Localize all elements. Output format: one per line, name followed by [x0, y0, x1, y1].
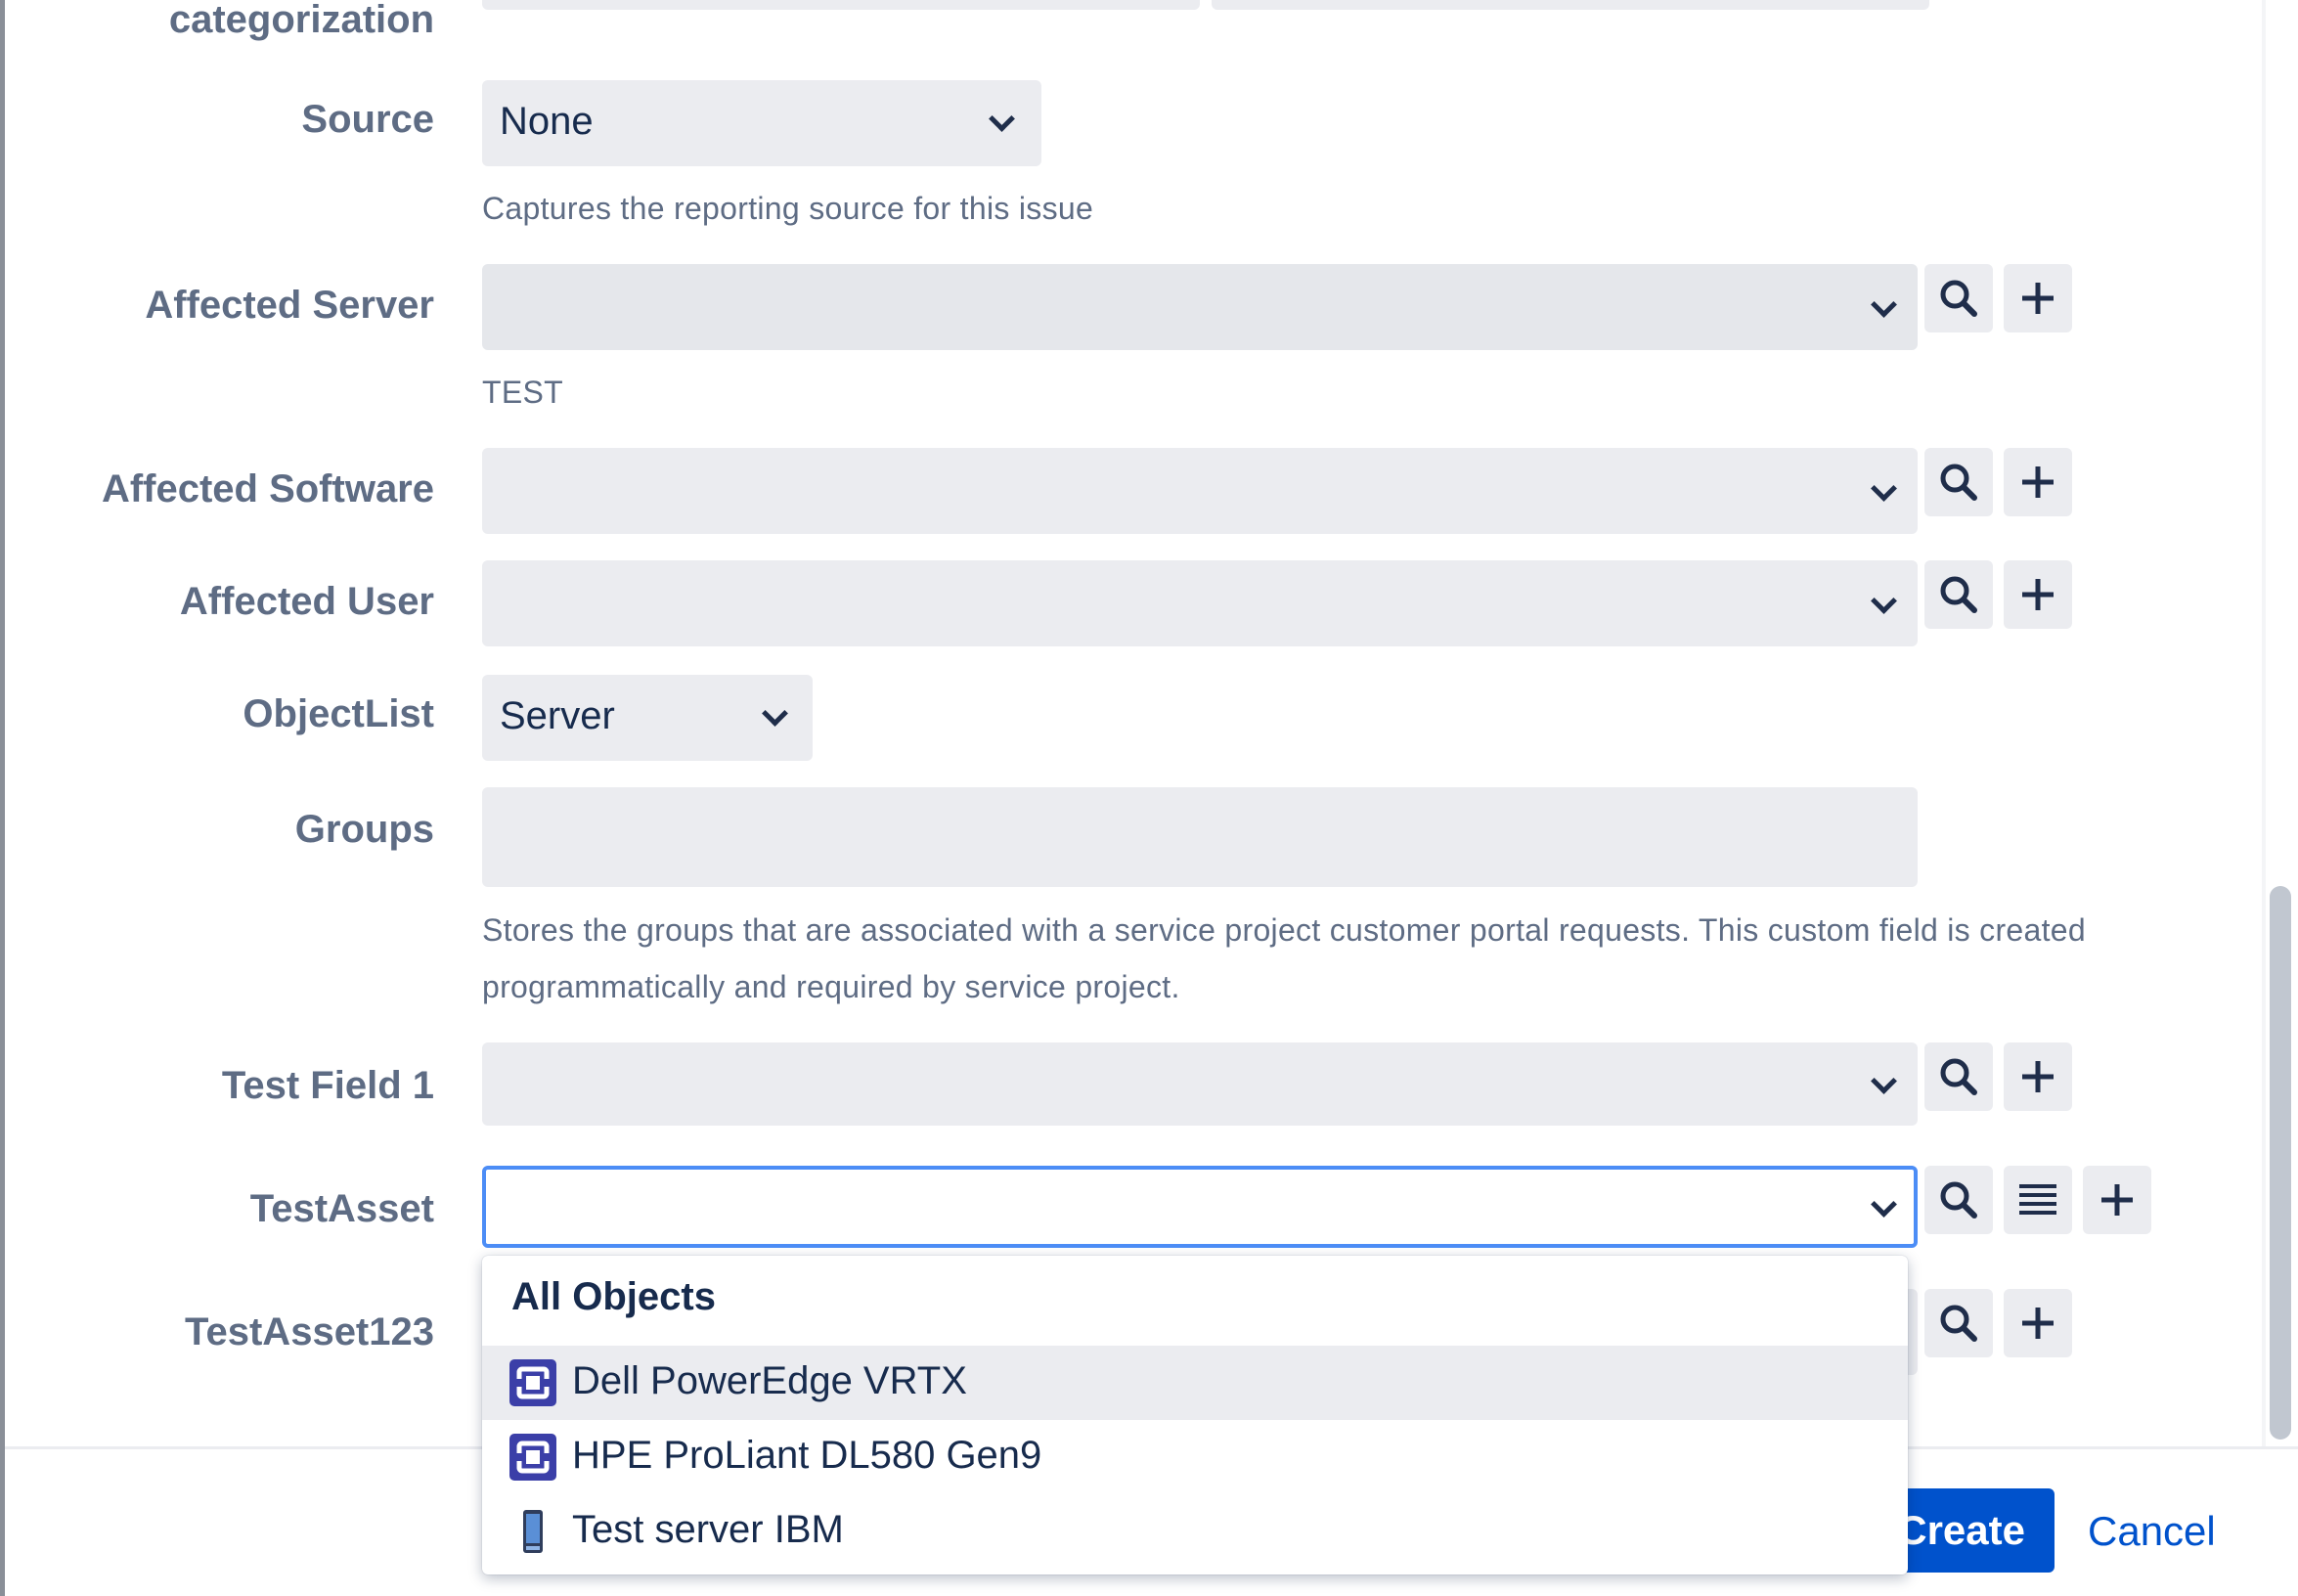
affected-server-label: Affected Server — [145, 284, 434, 327]
plus-icon — [2022, 283, 2054, 314]
testasset-search-button[interactable] — [1924, 1166, 1993, 1234]
source-select-value: None — [500, 100, 594, 143]
search-icon — [1940, 1058, 1977, 1095]
chevron-down-icon — [1871, 1191, 1897, 1218]
search-icon — [1940, 576, 1977, 613]
testasset123-search-button[interactable] — [1924, 1289, 1993, 1357]
plus-icon — [2022, 466, 2054, 498]
chevron-down-icon — [1871, 1068, 1897, 1094]
search-icon — [1940, 280, 1977, 317]
affected-server-add-button[interactable] — [2004, 264, 2072, 332]
groups-label: Groups — [294, 808, 434, 851]
groups-input[interactable] — [482, 787, 1918, 887]
dropdown-option[interactable]: HPE ProLiant DL580 Gen9 — [482, 1420, 1908, 1494]
chevron-down-icon — [989, 106, 1015, 132]
chevron-down-icon — [1871, 475, 1897, 502]
chevron-down-icon — [1871, 588, 1897, 614]
source-help-text: Captures the reporting source for this i… — [482, 191, 1094, 226]
affected-server-search-button[interactable] — [1924, 264, 1993, 332]
affected-user-label: Affected User — [179, 580, 434, 623]
cancel-link[interactable]: Cancel — [2088, 1508, 2216, 1555]
dropdown-group-header: All Objects — [511, 1275, 716, 1318]
object-type-icon — [509, 1434, 556, 1485]
categorization-field-1[interactable] — [482, 0, 1200, 10]
plus-icon — [2022, 1061, 2054, 1092]
dropdown-option-label: Dell PowerEdge VRTX — [572, 1359, 967, 1402]
objectlist-select[interactable]: Server — [482, 675, 813, 761]
plus-icon — [2101, 1184, 2133, 1216]
objectlist-select-value: Server — [500, 694, 615, 737]
list-icon — [2019, 1184, 2056, 1215]
source-select[interactable]: None — [482, 80, 1041, 166]
test-field-1-label: Test Field 1 — [221, 1064, 434, 1107]
plus-icon — [2022, 1308, 2054, 1339]
test-field-1-select[interactable] — [482, 1042, 1918, 1126]
testasset-add-button[interactable] — [2083, 1166, 2151, 1234]
dropdown-option[interactable]: Dell PowerEdge VRTX — [482, 1346, 1908, 1420]
testasset-label: TestAsset — [249, 1187, 434, 1230]
server-icon — [509, 1508, 556, 1560]
scroll-track — [2262, 0, 2266, 1446]
affected-user-select[interactable] — [482, 560, 1918, 646]
categorization-field-2[interactable] — [1212, 0, 1929, 10]
create-issue-dialog: categorization Source None Captures the … — [5, 0, 2298, 1596]
affected-software-select[interactable] — [482, 448, 1918, 534]
affected-server-select[interactable] — [482, 264, 1918, 350]
dropdown-option[interactable]: Test server IBM — [482, 1494, 1908, 1569]
search-icon — [1940, 1305, 1977, 1342]
affected-software-label: Affected Software — [101, 467, 434, 510]
affected-user-add-button[interactable] — [2004, 560, 2072, 629]
dropdown-option-label: Test server IBM — [572, 1508, 844, 1551]
testasset123-add-button[interactable] — [2004, 1289, 2072, 1357]
testasset-list-button[interactable] — [2004, 1166, 2072, 1234]
test-field-1-add-button[interactable] — [2004, 1042, 2072, 1111]
testasset-dropdown-menu: All Objects Dell PowerEdge VRTX HPE ProL… — [482, 1256, 1908, 1574]
search-icon — [1940, 464, 1977, 501]
chevron-down-icon — [1871, 291, 1897, 318]
vertical-scrollbar[interactable] — [2270, 886, 2291, 1440]
affected-user-search-button[interactable] — [1924, 560, 1993, 629]
categorization-label: categorization — [168, 0, 434, 41]
testasset-select[interactable] — [482, 1166, 1918, 1248]
search-icon — [1940, 1181, 1977, 1219]
objectlist-label: ObjectList — [243, 692, 434, 735]
test-field-1-search-button[interactable] — [1924, 1042, 1993, 1111]
dropdown-option-label: HPE ProLiant DL580 Gen9 — [572, 1434, 1042, 1477]
source-label: Source — [301, 98, 434, 141]
groups-help-text-line-1: Stores the groups that are associated wi… — [482, 912, 2086, 948]
plus-icon — [2022, 579, 2054, 610]
testasset123-label: TestAsset123 — [185, 1310, 434, 1353]
affected-software-add-button[interactable] — [2004, 448, 2072, 516]
groups-help-text-line-2: programmatically and required by service… — [482, 969, 1180, 1004]
affected-software-search-button[interactable] — [1924, 448, 1993, 516]
chevron-down-icon — [762, 700, 788, 727]
affected-server-help-text: TEST — [482, 375, 563, 410]
object-type-icon — [509, 1359, 556, 1411]
